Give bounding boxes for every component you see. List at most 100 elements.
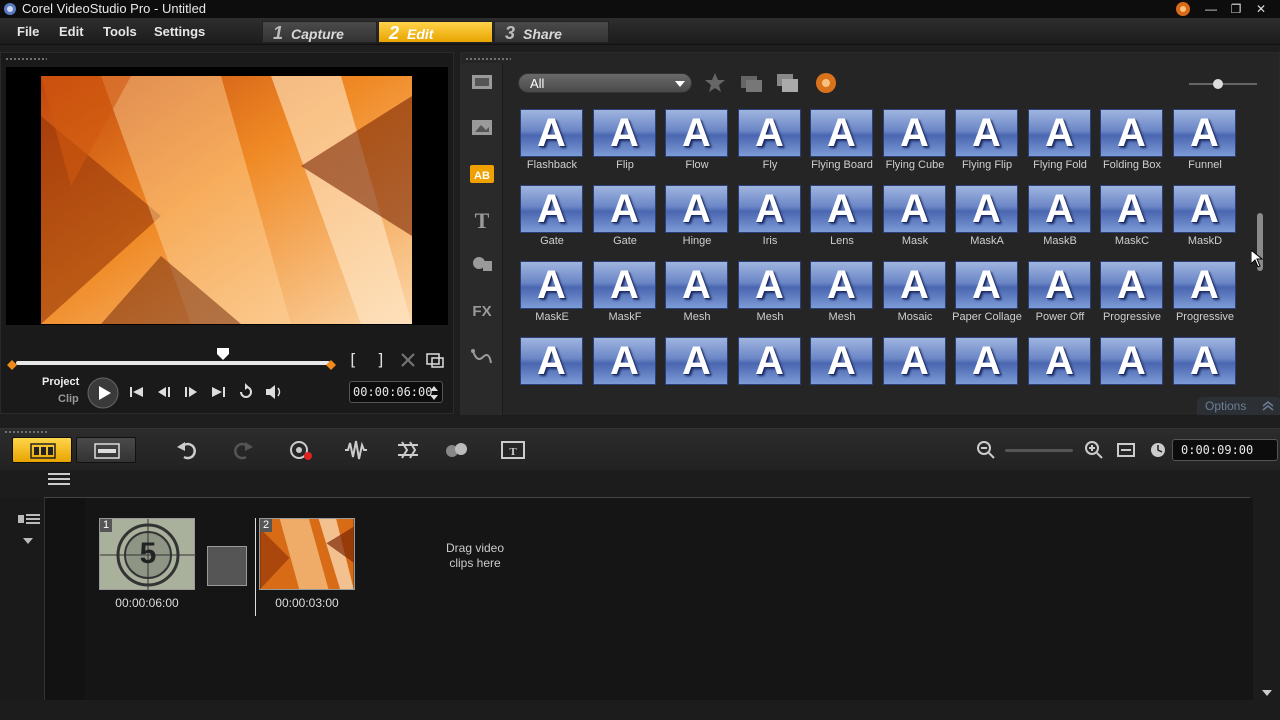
transition-thumbnail[interactable]: A Mesh bbox=[664, 259, 730, 331]
timeline-view-button[interactable] bbox=[76, 437, 136, 463]
repeat-icon[interactable] bbox=[235, 381, 257, 403]
step-capture-tab[interactable]: 1 Capture bbox=[262, 21, 377, 43]
menu-edit[interactable]: Edit bbox=[59, 24, 84, 39]
fit-project-icon[interactable] bbox=[1113, 439, 1139, 461]
transition-thumbnail[interactable]: A bbox=[954, 335, 1020, 387]
transition-thumbnail[interactable]: A Mask bbox=[882, 183, 948, 255]
trim-start-marker[interactable] bbox=[7, 360, 17, 370]
transition-thumbnail[interactable]: A Progressive bbox=[1172, 259, 1238, 331]
timecode-display[interactable]: 00:00:06:00 bbox=[349, 381, 443, 403]
transition-thumbnail[interactable]: A Power Off bbox=[1027, 259, 1093, 331]
step-edit-tab[interactable]: 2 Edit bbox=[378, 21, 493, 43]
transition-thumbnail[interactable]: A bbox=[737, 335, 803, 387]
transition-thumbnail[interactable]: A Flow bbox=[664, 107, 730, 179]
mark-in-button[interactable]: [ bbox=[348, 350, 358, 369]
title-icon[interactable]: T bbox=[469, 207, 495, 233]
scroll-down-arrow-icon[interactable] bbox=[1262, 688, 1272, 698]
zoom-in-icon[interactable] bbox=[1081, 439, 1107, 461]
transition-thumbnail[interactable]: A Hinge bbox=[664, 183, 730, 255]
transition-thumbnail[interactable]: A MaskE bbox=[519, 259, 585, 331]
thumbnail-size-slider[interactable] bbox=[1189, 78, 1257, 90]
transition-thumbnail[interactable]: A bbox=[809, 335, 875, 387]
transition-thumbnail[interactable]: A Paper Collage bbox=[952, 259, 1022, 331]
transition-thumbnail[interactable]: A MaskD bbox=[1172, 183, 1238, 255]
menu-file[interactable]: File bbox=[17, 24, 39, 39]
trim-end-marker[interactable] bbox=[326, 360, 336, 370]
help-orb-icon[interactable] bbox=[1175, 1, 1191, 17]
instant-project-icon[interactable] bbox=[469, 115, 495, 141]
get-more-content-icon[interactable] bbox=[813, 70, 839, 96]
transition-thumbnail[interactable]: A Folding Box bbox=[1099, 107, 1165, 179]
go-to-end-icon[interactable] bbox=[207, 381, 229, 403]
transition-thumbnail[interactable]: A Flying Fold bbox=[1027, 107, 1093, 179]
redo-icon[interactable] bbox=[230, 439, 256, 461]
sound-mixer-icon[interactable] bbox=[343, 439, 369, 461]
transition-thumbnail[interactable]: A bbox=[1172, 335, 1238, 387]
next-frame-icon[interactable] bbox=[180, 381, 202, 403]
mark-out-button[interactable]: ] bbox=[376, 350, 386, 369]
add-to-favorites-icon[interactable] bbox=[702, 70, 728, 96]
transition-thumbnail[interactable]: A Flip bbox=[592, 107, 658, 179]
motion-tracking-icon[interactable] bbox=[444, 439, 470, 461]
menu-tools[interactable]: Tools bbox=[103, 24, 137, 39]
transition-thumbnail[interactable]: A bbox=[1099, 335, 1165, 387]
category-dropdown[interactable]: All bbox=[518, 73, 692, 93]
playhead-icon[interactable] bbox=[217, 348, 229, 360]
split-clip-icon[interactable] bbox=[397, 349, 419, 371]
restore-button[interactable]: ❐ bbox=[1224, 0, 1248, 18]
transition-thumbnail[interactable]: A Fly bbox=[737, 107, 803, 179]
transition-thumbnail[interactable]: A Flashback bbox=[519, 107, 585, 179]
storyboard-track[interactable]: 5 1 00:00:06:00 2 00:00:03:00 Drag video… bbox=[44, 498, 1253, 700]
transition-thumbnail[interactable]: A bbox=[664, 335, 730, 387]
transition-thumbnail[interactable]: A Flying Board bbox=[809, 107, 875, 179]
path-icon[interactable] bbox=[469, 343, 495, 369]
project-duration-display[interactable]: 0:00:09:00 bbox=[1172, 439, 1278, 461]
transition-thumbnail[interactable]: A Mosaic bbox=[882, 259, 948, 331]
transition-thumbnail[interactable]: A Mesh bbox=[809, 259, 875, 331]
menu-settings[interactable]: Settings bbox=[154, 24, 205, 39]
undo-icon[interactable] bbox=[174, 439, 200, 461]
timeline-ruler[interactable] bbox=[44, 488, 1250, 498]
close-button[interactable]: ✕ bbox=[1249, 0, 1273, 18]
auto-music-icon[interactable] bbox=[395, 439, 421, 461]
panel-grip[interactable] bbox=[465, 57, 511, 61]
storyboard-view-button[interactable] bbox=[12, 437, 72, 463]
timeline-zoom-slider[interactable] bbox=[1005, 449, 1073, 452]
clip-mode-label[interactable]: Clip bbox=[58, 393, 79, 405]
transition-thumbnail[interactable]: A MaskC bbox=[1099, 183, 1165, 255]
minimize-button[interactable]: — bbox=[1199, 0, 1223, 18]
video-track-icon[interactable] bbox=[18, 512, 40, 526]
transition-thumbnail[interactable]: A bbox=[519, 335, 585, 387]
options-button[interactable]: Options bbox=[1197, 397, 1280, 415]
chevron-down-icon[interactable] bbox=[23, 538, 33, 544]
subtitle-editor-icon[interactable]: T bbox=[500, 439, 526, 461]
transition-thumbnail[interactable]: A MaskF bbox=[592, 259, 658, 331]
preview-screen[interactable] bbox=[6, 67, 448, 325]
transition-thumbnail[interactable]: A Flying Cube bbox=[882, 107, 948, 179]
transition-thumbnail[interactable]: A Funnel bbox=[1172, 107, 1238, 179]
transition-thumbnail[interactable]: A Mesh bbox=[737, 259, 803, 331]
timecode-stepper-icon[interactable] bbox=[429, 385, 439, 401]
filter-fx-icon[interactable]: FX bbox=[469, 297, 495, 323]
graphic-icon[interactable] bbox=[469, 251, 495, 277]
transition-thumbnail[interactable]: A Gate bbox=[592, 183, 658, 255]
panel-grip[interactable] bbox=[5, 57, 47, 61]
panel-grip[interactable] bbox=[4, 430, 48, 434]
storyboard-clip[interactable]: 5 1 bbox=[99, 518, 196, 591]
media-library-icon[interactable] bbox=[469, 69, 495, 95]
transition-thumbnail[interactable]: A Progressive bbox=[1099, 259, 1165, 331]
transition-thumbnail[interactable]: A Iris bbox=[737, 183, 803, 255]
transition-thumbnail[interactable]: A bbox=[1027, 335, 1093, 387]
transition-thumbnail[interactable]: A Gate bbox=[519, 183, 585, 255]
apply-current-transition-icon[interactable] bbox=[774, 70, 800, 96]
track-manager-icon[interactable] bbox=[48, 472, 70, 486]
enlarge-preview-icon[interactable] bbox=[424, 349, 446, 371]
transition-thumbnail[interactable]: A Lens bbox=[809, 183, 875, 255]
transition-slot[interactable] bbox=[207, 546, 247, 586]
apply-random-transition-icon[interactable] bbox=[738, 70, 764, 96]
play-button[interactable] bbox=[87, 377, 119, 409]
storyboard-clip[interactable]: 2 bbox=[259, 518, 355, 590]
project-mode-label[interactable]: Project bbox=[42, 376, 79, 388]
volume-icon[interactable] bbox=[263, 381, 285, 403]
transition-thumbnail[interactable]: A bbox=[882, 335, 948, 387]
